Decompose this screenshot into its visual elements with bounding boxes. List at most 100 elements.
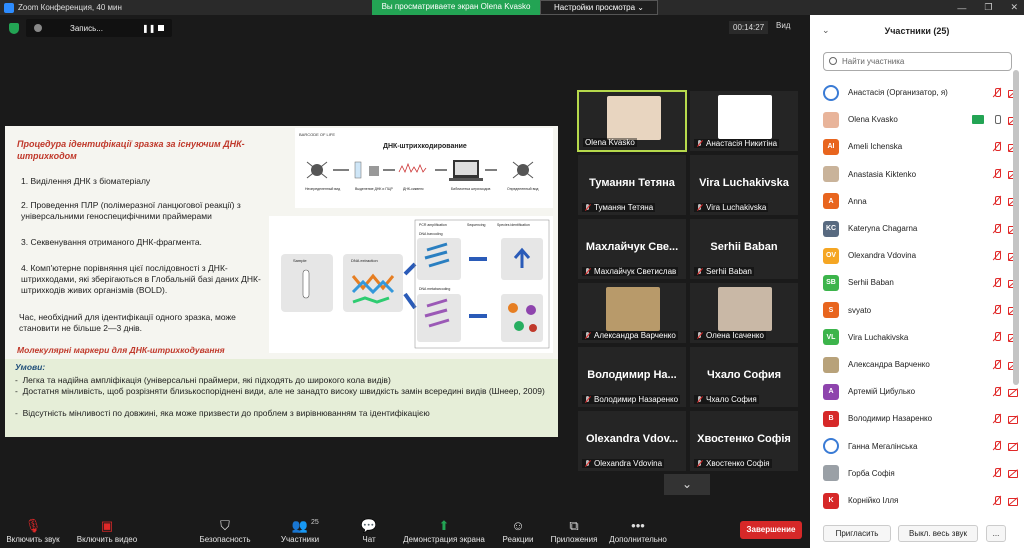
- reactions-button[interactable]: ☺ Реакции: [498, 517, 538, 544]
- unmute-button[interactable]: 🎙 Включить звук: [4, 517, 62, 544]
- tile-name: Александра Варченко: [594, 331, 676, 340]
- avatar: SB: [823, 274, 839, 291]
- participant-row[interactable]: Александра Варченко: [810, 351, 1024, 378]
- participant-row[interactable]: SB Serhii Baban: [810, 269, 1024, 296]
- tile-name-label: Serhii Baban: [694, 267, 754, 276]
- share-screen-button[interactable]: ⬆ Демонстрация экрана: [400, 517, 488, 544]
- participant-row[interactable]: KC Kateryna Chagarna: [810, 215, 1024, 242]
- reactions-icon: ☺: [511, 518, 525, 533]
- video-tile[interactable]: Махлайчук Све... Махлайчук Светислав: [577, 218, 687, 280]
- participant-name: Kateryna Chagarna: [848, 224, 918, 233]
- barcode-of-life-logo: BARCODE OF LIFE: [299, 132, 335, 137]
- tile-display-name: Olexandra Vdov...: [585, 433, 679, 445]
- participant-row[interactable]: OV Olexandra Vdovina: [810, 242, 1024, 269]
- security-button[interactable]: ⛉ Безопасность: [196, 517, 254, 544]
- participant-row[interactable]: B Володимир Назаренко: [810, 405, 1024, 432]
- slide-step: 3. Секвенування отриманого ДНК-фрагмента…: [21, 237, 202, 247]
- video-tile[interactable]: Vira Luchakivska Vira Luchakivska: [689, 154, 799, 216]
- muted-mic-icon: [584, 459, 591, 468]
- participant-row[interactable]: Anastasia Kiktenko: [810, 161, 1024, 188]
- slide-step: 2. Проведення ПЛР (полімеразної ланцюгов…: [21, 200, 241, 221]
- security-label: Безопасность: [199, 535, 251, 544]
- mute-all-button[interactable]: Выкл. весь звук: [898, 525, 978, 542]
- muted-mic-icon: [992, 305, 1002, 315]
- view-button[interactable]: Вид: [776, 21, 790, 30]
- participant-row[interactable]: VL Vira Luchakivska: [810, 324, 1024, 351]
- video-tile[interactable]: Чхало София Чхало София: [689, 346, 799, 408]
- muted-mic-icon: [992, 495, 1002, 506]
- organization-logo-icon: [823, 84, 839, 101]
- participant-list-scrollbar[interactable]: [1013, 70, 1019, 385]
- participant-row[interactable]: Горба Софія: [810, 460, 1024, 487]
- participant-row[interactable]: Ssvyato: [810, 297, 1024, 324]
- stop-recording-button[interactable]: [158, 25, 164, 31]
- muted-mic-icon: [992, 223, 1002, 234]
- view-options-button[interactable]: Настройки просмотра ⌄: [540, 0, 658, 15]
- video-tile[interactable]: Олена Ісаченко: [689, 282, 799, 344]
- avatar: [823, 465, 839, 482]
- participant-row[interactable]: K Корнійко Ілля: [810, 487, 1024, 514]
- invite-button[interactable]: Пригласить: [823, 525, 891, 542]
- muted-mic-icon: [992, 332, 1002, 342]
- video-tile[interactable]: Анастасія Никитіна: [689, 90, 799, 152]
- tile-name: Володимир Назаренко: [594, 395, 679, 404]
- muted-mic-icon: 🎙: [24, 518, 42, 533]
- participant-name: Olexandra Vdovina: [848, 251, 917, 261]
- video-tile[interactable]: Володимир На... Володимир Назаренко: [577, 346, 687, 408]
- participants-button[interactable]: 👥 25 Участники: [276, 517, 324, 544]
- encryption-shield-icon[interactable]: [9, 22, 19, 34]
- muted-mic-icon: [696, 395, 703, 404]
- tile-name-label: Olexandra Vdovina: [582, 459, 665, 468]
- muted-mic-icon: [584, 267, 591, 276]
- video-off-icon: [1008, 387, 1018, 397]
- participant-photo: [606, 287, 660, 331]
- video-tile[interactable]: Александра Варченко: [577, 282, 687, 344]
- participant-photo: [718, 287, 772, 331]
- fig2-sample: Sample: [293, 258, 307, 263]
- start-video-button[interactable]: ▣ Включить видео: [72, 517, 142, 544]
- tile-name: Olexandra Vdovina: [594, 459, 663, 468]
- conditions-box: [5, 359, 558, 437]
- participant-row[interactable]: AI Ameli Ichenska: [810, 133, 1024, 160]
- maximize-button[interactable]: ❐: [984, 2, 992, 13]
- pause-recording-button[interactable]: ❚❚: [142, 24, 155, 33]
- muted-mic-icon: [992, 250, 1002, 261]
- video-tile[interactable]: Olexandra Vdov... Olexandra Vdovina: [577, 410, 687, 472]
- muted-mic-icon: [992, 441, 1002, 451]
- video-off-icon: [1008, 414, 1018, 424]
- video-tile[interactable]: Olena Kvasko: [577, 90, 687, 152]
- participants-count: 25: [311, 519, 319, 526]
- participant-name: Горба Софія: [848, 468, 895, 478]
- minimize-button[interactable]: —: [957, 3, 966, 13]
- participant-row[interactable]: A Артемій Цибулько: [810, 378, 1024, 405]
- tile-name-label: Олена Ісаченко: [694, 331, 766, 340]
- more-button[interactable]: ••• Дополнительно: [606, 517, 670, 544]
- participant-row[interactable]: Ганна Мегалінська: [810, 433, 1024, 460]
- participant-row[interactable]: Olena Kvasko: [810, 106, 1024, 133]
- video-off-icon: ▣: [100, 518, 114, 533]
- chat-button[interactable]: 💬 Чат: [352, 517, 386, 544]
- chat-label: Чат: [362, 535, 376, 544]
- share-banner: Вы просматриваете экран Olena Kvasko Нас…: [372, 0, 658, 15]
- end-meeting-button[interactable]: Завершение: [740, 521, 802, 539]
- fig2-row-label: DNA metabarcoding: [419, 287, 450, 291]
- apps-button[interactable]: ⧉ Приложения: [546, 517, 602, 544]
- video-tile[interactable]: Serhii Baban Serhii Baban: [689, 218, 799, 280]
- video-tile[interactable]: Хвостенко Софія Хвостенко Софія: [689, 410, 799, 472]
- apps-icon: ⧉: [569, 518, 579, 533]
- fig1-label: Неопределенный вид: [305, 187, 340, 191]
- condition-item: - Достатня мінливість, щоб розрізняти бл…: [15, 386, 545, 396]
- close-button[interactable]: ✕: [1010, 2, 1018, 13]
- panel-more-button[interactable]: ...: [986, 525, 1006, 542]
- slide-time-note: Час, необхідний для ідентифікації одного…: [19, 312, 236, 333]
- participant-row[interactable]: Анастасія (Организатор, я): [810, 79, 1024, 106]
- gallery-scroll-down-button[interactable]: ⌄: [664, 474, 710, 495]
- video-tile[interactable]: Туманян Тетяна Туманян Тетяна: [577, 154, 687, 216]
- record-dot-icon: [34, 24, 42, 32]
- avatar: K: [823, 492, 839, 509]
- participant-search-input[interactable]: Найти участника: [823, 52, 1012, 71]
- chat-icon: 💬: [360, 518, 378, 533]
- start-video-label: Включить видео: [76, 535, 138, 544]
- participant-row[interactable]: A Anna: [810, 188, 1024, 215]
- share-screen-icon: ⬆: [438, 518, 450, 533]
